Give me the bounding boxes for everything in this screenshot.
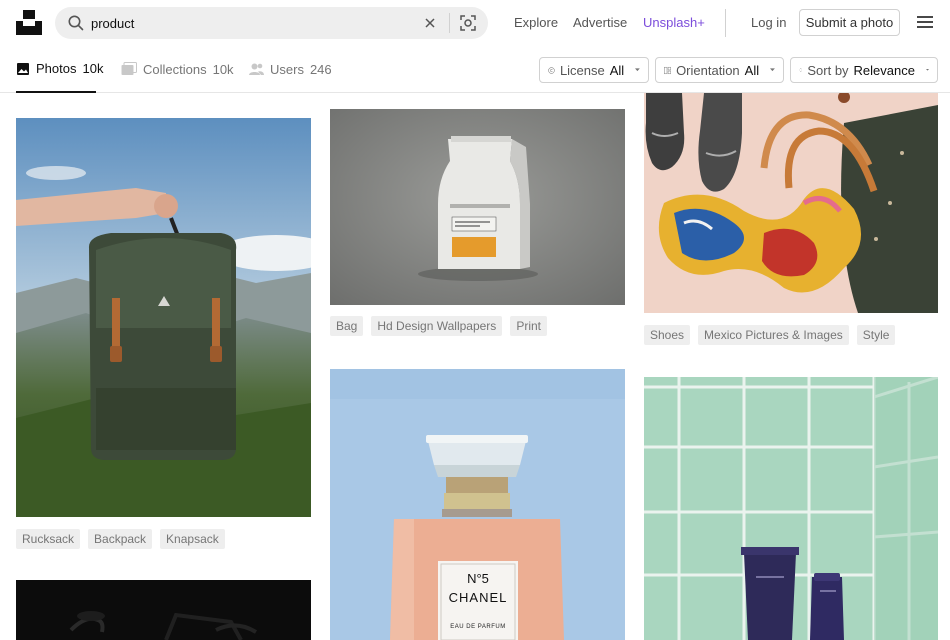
nav-unsplash-plus-link[interactable]: Unsplash+: [643, 15, 705, 30]
license-icon: [548, 66, 555, 74]
perfume-label-sub: EAU DE PARFUM: [450, 624, 505, 630]
shoes-bag-photo-image: [644, 93, 938, 313]
coffee-bag-tags: Bag Hd Design Wallpapers Print: [330, 316, 547, 336]
bicycle-photo-image: [16, 580, 311, 640]
visual-search-icon[interactable]: [458, 13, 478, 33]
search-results-tabs-bar: Photos 10k Collections 10k Users 246 Lic…: [0, 46, 950, 93]
shoes-tags: Shoes Mexico Pictures & Images Style: [644, 325, 896, 345]
orientation-filter-label: Orientation: [676, 62, 740, 78]
top-navigation-bar: Explore Advertise Unsplash+ Log in Submi…: [0, 0, 950, 46]
tab-photos-count: 10k: [82, 61, 104, 76]
chevron-down-icon: [770, 68, 775, 72]
perfume-label-number: N°5: [467, 571, 489, 586]
license-filter-value: All: [609, 62, 625, 78]
users-icon: [249, 63, 264, 75]
tab-collections-label: Collections: [143, 61, 207, 77]
skincare-photo-image: [644, 377, 938, 640]
backpack-tags: Rucksack Backpack Knapsack: [16, 529, 225, 549]
photo-skincare-tiles[interactable]: [644, 377, 938, 640]
tag-hd-design-wallpapers[interactable]: Hd Design Wallpapers: [371, 316, 503, 336]
tag-bag[interactable]: Bag: [330, 316, 364, 336]
hamburger-menu-icon[interactable]: [916, 13, 934, 31]
sort-value: Relevance: [853, 62, 915, 78]
sort-label: Sort by: [807, 62, 849, 78]
photo-perfume[interactable]: N°5 CHANEL EAU DE PARFUM: [330, 369, 625, 640]
tag-backpack[interactable]: Backpack: [88, 529, 153, 549]
clear-search-icon[interactable]: [422, 15, 438, 31]
photo-icon: [17, 62, 29, 75]
tab-photos-label: Photos: [36, 61, 77, 76]
license-filter-dropdown[interactable]: License All: [539, 57, 649, 83]
tab-users-count: 246: [309, 61, 332, 77]
tab-users-label: Users: [270, 61, 304, 77]
tag-knapsack[interactable]: Knapsack: [160, 529, 225, 549]
search-divider: [449, 13, 450, 33]
tag-style[interactable]: Style: [856, 325, 896, 345]
tag-print[interactable]: Print: [510, 316, 547, 336]
perfume-label-brand: CHANEL: [449, 590, 508, 605]
search-input[interactable]: [91, 13, 411, 33]
sort-dropdown[interactable]: Sort by Relevance: [790, 57, 938, 83]
submit-photo-button[interactable]: Submit a photo: [799, 9, 900, 36]
nav-advertise-link[interactable]: Advertise: [573, 15, 627, 30]
backpack-photo-image: [16, 118, 311, 517]
collections-icon: [121, 62, 137, 75]
perfume-photo-image: N°5 CHANEL EAU DE PARFUM: [330, 369, 625, 640]
photo-coffee-bag[interactable]: [330, 109, 625, 305]
search-bar: [55, 7, 488, 39]
photo-backpack[interactable]: [16, 118, 311, 517]
tab-photos[interactable]: Photos 10k: [16, 46, 103, 93]
tab-collections[interactable]: Collections 10k: [121, 46, 234, 92]
nav-divider: [725, 9, 726, 37]
photo-bicycle[interactable]: [16, 580, 311, 640]
tag-shoes[interactable]: Shoes: [644, 325, 691, 345]
tag-rucksack[interactable]: Rucksack: [16, 529, 81, 549]
license-filter-label: License: [559, 62, 605, 78]
chevron-down-icon: [635, 68, 640, 72]
tab-users[interactable]: Users 246: [249, 46, 332, 92]
tag-mexico-pictures[interactable]: Mexico Pictures & Images: [698, 325, 849, 345]
orientation-icon: [664, 66, 672, 74]
sort-icon: [799, 68, 802, 72]
nav-explore-link[interactable]: Explore: [514, 15, 558, 30]
orientation-filter-dropdown[interactable]: Orientation All: [655, 57, 784, 83]
unsplash-logo-icon[interactable]: [16, 10, 42, 35]
photo-shoes-bag[interactable]: [644, 93, 938, 313]
login-link[interactable]: Log in: [751, 15, 786, 30]
orientation-filter-value: All: [744, 62, 760, 78]
tab-collections-count: 10k: [212, 61, 234, 77]
search-icon[interactable]: [67, 14, 85, 32]
coffee-bag-photo-image: [330, 109, 625, 305]
chevron-down-icon: [925, 68, 929, 71]
